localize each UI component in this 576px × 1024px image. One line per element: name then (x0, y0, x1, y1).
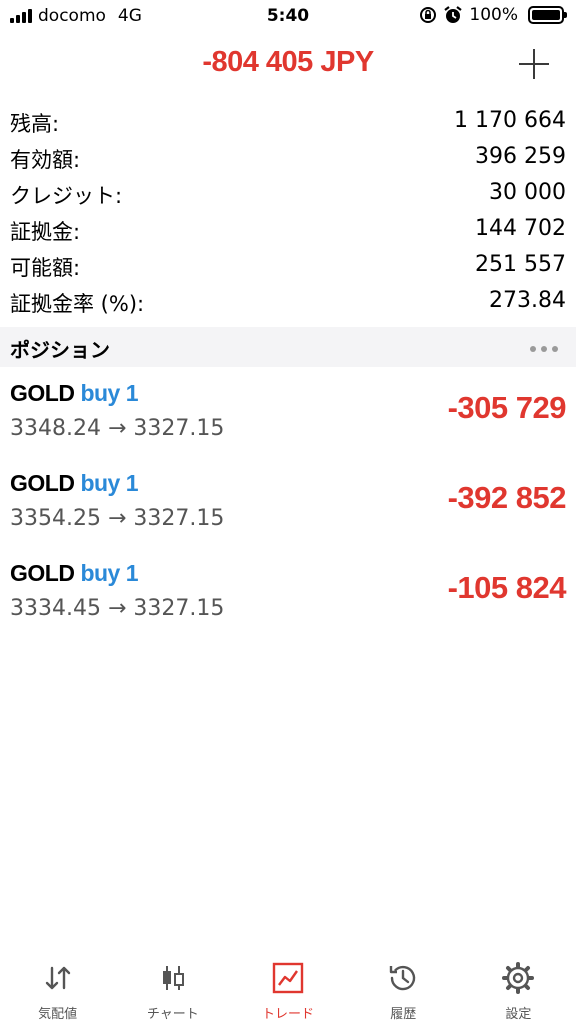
status-bar-right: 100% (419, 5, 567, 25)
summary-label: クレジット: (10, 184, 123, 208)
page-title: -804 405 JPY (202, 46, 374, 78)
tab-label: トレード (262, 1007, 315, 1022)
summary-label: 証拠金率 (%): (10, 292, 145, 316)
position-prices: 3334.45 → 3327.15 (10, 596, 225, 621)
header: -804 405 JPY (0, 38, 576, 94)
position-side: buy 1 (80, 470, 139, 496)
position-symbol-line: GOLD buy 1 (10, 560, 139, 587)
battery-icon (528, 6, 567, 24)
position-symbol: GOLD (10, 560, 75, 586)
tab-settings[interactable]: 設定 (461, 948, 576, 1024)
orientation-lock-icon (420, 7, 437, 23)
position-symbol-line: GOLD buy 1 (10, 380, 139, 407)
tab-label: 履歴 (390, 1007, 417, 1022)
candlestick-icon (162, 966, 184, 990)
summary-value: 144 702 (475, 216, 566, 241)
position-row[interactable]: GOLD buy 1 3354.25 → 3327.15 -392 852 (0, 462, 576, 552)
summary-value: 30 000 (489, 180, 566, 205)
account-summary: 残高: 1 170 664 有効額: 396 259 クレジット: 30 000… (0, 104, 576, 320)
ellipsis-icon[interactable] (530, 346, 558, 352)
gear-icon (502, 962, 535, 994)
history-clock-icon (390, 965, 416, 991)
summary-row-free-margin: 可能額: 251 557 (0, 248, 576, 284)
position-profit: -105 824 (447, 570, 567, 605)
position-prices: 3354.25 → 3327.15 (10, 506, 225, 531)
alarm-icon (444, 6, 463, 23)
summary-label: 証拠金: (10, 220, 81, 244)
summary-label: 有効額: (10, 148, 81, 172)
summary-row-credit: クレジット: 30 000 (0, 176, 576, 212)
position-row[interactable]: GOLD buy 1 3334.45 → 3327.15 -105 824 (0, 552, 576, 642)
summary-row-balance: 残高: 1 170 664 (0, 104, 576, 140)
plus-icon[interactable] (516, 46, 552, 82)
summary-row-margin: 証拠金: 144 702 (0, 212, 576, 248)
position-symbol: GOLD (10, 470, 75, 496)
summary-value: 273.84 (489, 288, 566, 313)
tab-bar: 気配値 チャート トレード 履歴 設定 (0, 948, 576, 1024)
status-bar: docomo 4G 5:40 100% (0, 0, 576, 34)
tab-quotes[interactable]: 気配値 (0, 948, 115, 1024)
position-side: buy 1 (80, 380, 139, 406)
summary-value: 396 259 (475, 144, 566, 169)
summary-label: 残高: (10, 112, 60, 136)
section-title: ポジション (10, 338, 110, 362)
position-symbol-line: GOLD buy 1 (10, 470, 139, 497)
tab-label: チャート (146, 1007, 199, 1022)
tab-trade[interactable]: トレード (230, 948, 345, 1024)
summary-row-margin-level: 証拠金率 (%): 273.84 (0, 284, 576, 320)
tab-label: 設定 (505, 1007, 532, 1022)
positions-section-header: ポジション (0, 327, 576, 367)
position-symbol: GOLD (10, 380, 75, 406)
position-profit: -305 729 (447, 390, 567, 425)
positions-list: GOLD buy 1 3348.24 → 3327.15 -305 729 GOL… (0, 372, 576, 642)
summary-value: 1 170 664 (454, 108, 566, 133)
tab-history[interactable]: 履歴 (346, 948, 461, 1024)
position-profit: -392 852 (447, 480, 567, 515)
tab-label: 気配値 (38, 1007, 78, 1022)
position-row[interactable]: GOLD buy 1 3348.24 → 3327.15 -305 729 (0, 372, 576, 462)
tab-chart[interactable]: チャート (115, 948, 230, 1024)
battery-percent: 100% (469, 5, 518, 25)
trade-chart-icon (272, 962, 304, 994)
summary-row-equity: 有効額: 396 259 (0, 140, 576, 176)
summary-label: 可能額: (10, 256, 81, 280)
position-side: buy 1 (80, 560, 139, 586)
position-prices: 3348.24 → 3327.15 (10, 416, 225, 441)
summary-value: 251 557 (475, 252, 566, 277)
quotes-arrows-icon (45, 966, 70, 990)
